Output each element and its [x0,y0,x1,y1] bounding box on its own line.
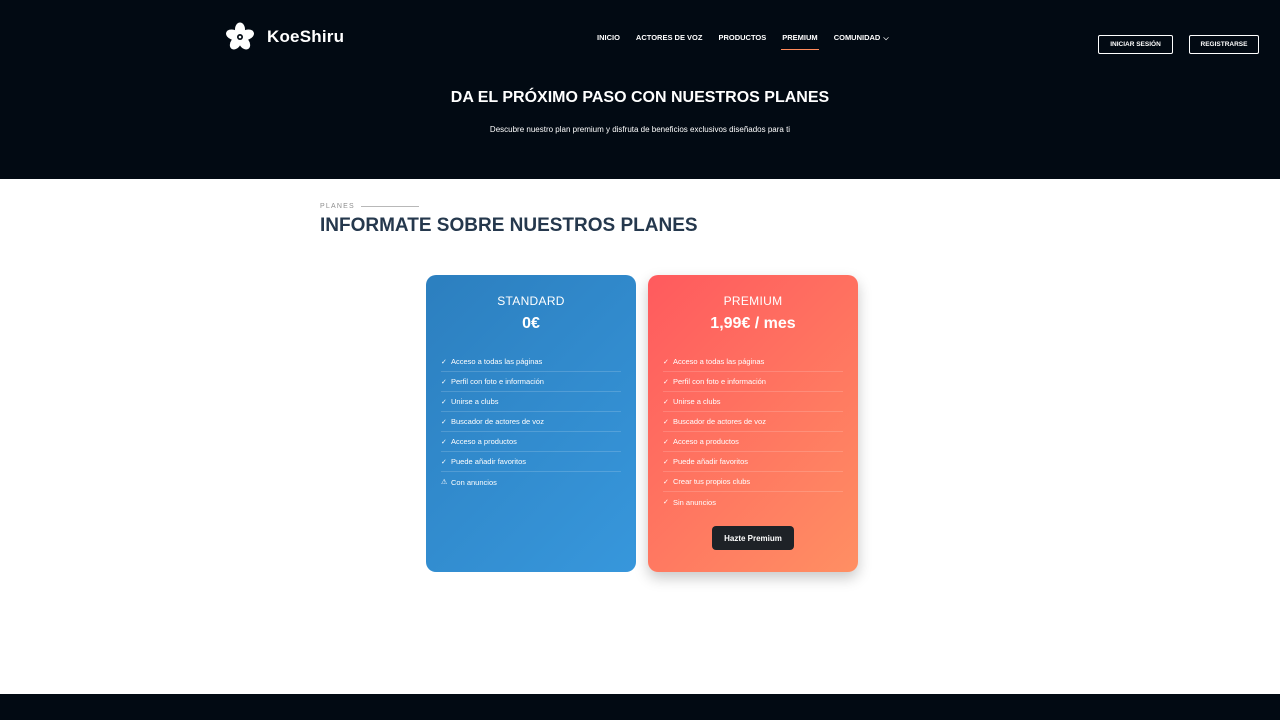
feature-text: Sin anuncios [673,497,716,507]
feature-list: ✓ Acceso a todas las páginas ✓ Perfil con … [663,352,843,512]
nav-item-inicio[interactable]: INICIO [597,33,620,49]
feature-item: ✓ Perfil con foto e información [663,372,843,392]
feature-text: Perfil con foto e información [451,377,544,386]
feature-text: Acceso a todas las páginas [451,357,543,366]
section-eyebrow: PLANES [320,203,419,210]
feature-text: Puede añadir favoritos [451,457,527,466]
nav-item-productos[interactable]: PRODUCTOS [718,33,766,49]
plan-name: STANDARD [497,294,565,308]
feature-item: ✓ Acceso a productos [663,432,843,452]
check-icon: ✓ [663,458,669,466]
feature-text: Unirse a clubs [673,397,721,406]
feature-item: ✓ Perfil con foto e información [441,372,621,392]
go-premium-button[interactable]: Hazte Premium [712,526,794,550]
feature-text: Acceso a productos [673,437,739,446]
plan-card-standard: STANDARD 0€ ✓ Acceso a todas las páginas … [426,275,636,572]
feature-text: Acceso a todas las páginas [673,357,765,366]
plan-card-premium: PREMIUM 1,99€ / mes ✓ Acceso a todas las … [648,275,858,572]
brand-logo[interactable]: KoeShiru [225,22,344,52]
check-icon: ✓ [441,438,447,446]
feature-item: ✓ Unirse a clubs [441,392,621,412]
check-icon: ✓ [663,358,669,366]
section-eyebrow-label: PLANES [320,203,355,210]
warning-icon: ⚠ [441,479,448,486]
eyebrow-divider [360,206,419,207]
nav-item-comunidad-label: COMUNIDAD [833,33,881,42]
brand-name: KoeShiru [267,27,345,46]
feature-text: Crear tus propios clubs [673,477,751,486]
plan-price: 1,99€ / mes [710,315,796,332]
register-button[interactable]: REGISTRARSE [1189,35,1259,54]
check-icon: ✓ [663,478,669,486]
feature-text: Buscador de actores de voz [451,417,544,426]
check-icon: ✓ [441,358,447,366]
check-icon: ✓ [663,378,669,386]
feature-item: ✓ Acceso a todas las páginas [663,352,843,372]
hero-title: DA EL PRÓXIMO PASO CON NUESTROS PLANES [450,89,830,106]
feature-item: ✓ Buscador de actores de voz [663,412,843,432]
hero-subtitle: Descubre nuestro plan premium y disfruta… [489,125,791,134]
feature-item: ✓ Acceso a todas las páginas [441,352,621,372]
feature-item: ✓ Puede añadir favoritos [663,452,843,472]
check-icon: ✓ [441,458,447,466]
plan-name: PREMIUM [723,294,783,308]
feature-item: ✓ Puede añadir favoritos [441,452,621,472]
feature-item: ✓ Acceso a productos [441,432,621,452]
hero-header: KoeShiru INICIO ACTORES DE VOZ PRODUCTOS… [0,0,1280,179]
chevron-down-icon: ⌵ [883,35,889,42]
feature-text: Perfil con foto e información [673,377,766,386]
feature-text: Acceso a productos [451,437,517,446]
feature-text: Puede añadir favoritos [673,457,749,466]
check-icon: ✓ [663,499,669,506]
footer-bar [0,694,1280,720]
section-title: INFORMATE SOBRE NUESTROS PLANES [320,215,698,236]
check-icon: ✓ [663,398,669,406]
check-icon: ✓ [441,378,447,386]
main-nav: INICIO ACTORES DE VOZ PRODUCTOS PREMIUM … [597,33,889,50]
nav-item-comunidad[interactable]: COMUNIDAD ⌵ [834,33,889,49]
check-icon: ✓ [441,398,447,406]
feature-text: Unirse a clubs [451,397,499,406]
nav-item-premium[interactable]: PREMIUM [781,33,820,50]
plan-price: 0€ [522,315,540,332]
check-icon: ✓ [663,438,669,446]
feature-item: ✓ Buscador de actores de voz [441,412,621,432]
check-icon: ✓ [441,418,447,426]
nav-item-actores-de-voz[interactable]: ACTORES DE VOZ [636,33,703,49]
feature-item: ✓ Crear tus propios clubs [663,472,843,492]
sakura-flower-icon [226,22,254,50]
login-button[interactable]: INICIAR SESIÓN [1098,35,1173,54]
feature-item: ✓ Sin anuncios [663,492,843,512]
feature-text: Con anuncios [451,477,497,487]
check-icon: ✓ [663,418,669,426]
feature-item: ⚠ Con anuncios [441,472,621,492]
feature-item: ✓ Unirse a clubs [663,392,843,412]
feature-text: Buscador de actores de voz [673,417,766,426]
feature-list: ✓ Acceso a todas las páginas ✓ Perfil con … [441,352,621,492]
